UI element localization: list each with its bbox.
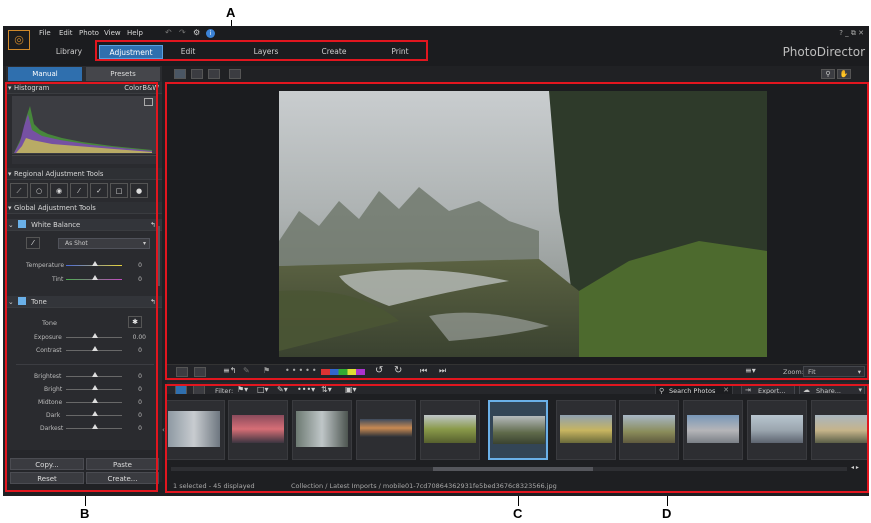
tab-manual[interactable]: Manual xyxy=(8,67,82,81)
menu-file[interactable]: File xyxy=(39,29,51,37)
second-display-icon[interactable] xyxy=(229,69,241,79)
annotation-box-a xyxy=(95,40,428,61)
callout-d: D xyxy=(662,506,672,521)
search-tool-icon[interactable]: ⚲ xyxy=(821,69,835,79)
menu-help[interactable]: Help xyxy=(127,29,143,37)
annotation-box-d xyxy=(165,82,869,380)
app-logo[interactable]: ◎ xyxy=(8,30,30,50)
view-toolbar-top xyxy=(167,66,869,82)
annotation-box-b xyxy=(5,82,158,492)
undo-icon[interactable]: ↶ xyxy=(165,28,172,37)
callout-a: A xyxy=(226,5,236,20)
hand-tool-icon[interactable]: ✋ xyxy=(837,69,851,79)
tab-library[interactable]: Library xyxy=(43,45,95,59)
compare-view-icon[interactable] xyxy=(191,69,203,79)
annotation-box-c xyxy=(165,384,869,493)
notification-icon[interactable]: i xyxy=(206,29,215,38)
grid-view-icon[interactable] xyxy=(208,69,220,79)
tab-presets[interactable]: Presets xyxy=(86,67,160,81)
menu-view[interactable]: View xyxy=(104,29,121,37)
brand-name: PhotoDirector xyxy=(782,45,865,59)
callout-b: B xyxy=(80,506,90,521)
single-view-icon[interactable] xyxy=(174,69,186,79)
settings-icon[interactable]: ⚙ xyxy=(193,28,200,37)
redo-icon[interactable]: ↷ xyxy=(179,28,186,37)
menu-photo[interactable]: Photo xyxy=(79,29,99,37)
callout-c: C xyxy=(513,506,523,521)
title-bar: ◎ File Edit Photo View Help ↶ ↷ ⚙ i ? _ … xyxy=(3,26,869,50)
window-controls[interactable]: ? _ ⧉ ✕ xyxy=(839,29,864,38)
menu-edit[interactable]: Edit xyxy=(59,29,73,37)
